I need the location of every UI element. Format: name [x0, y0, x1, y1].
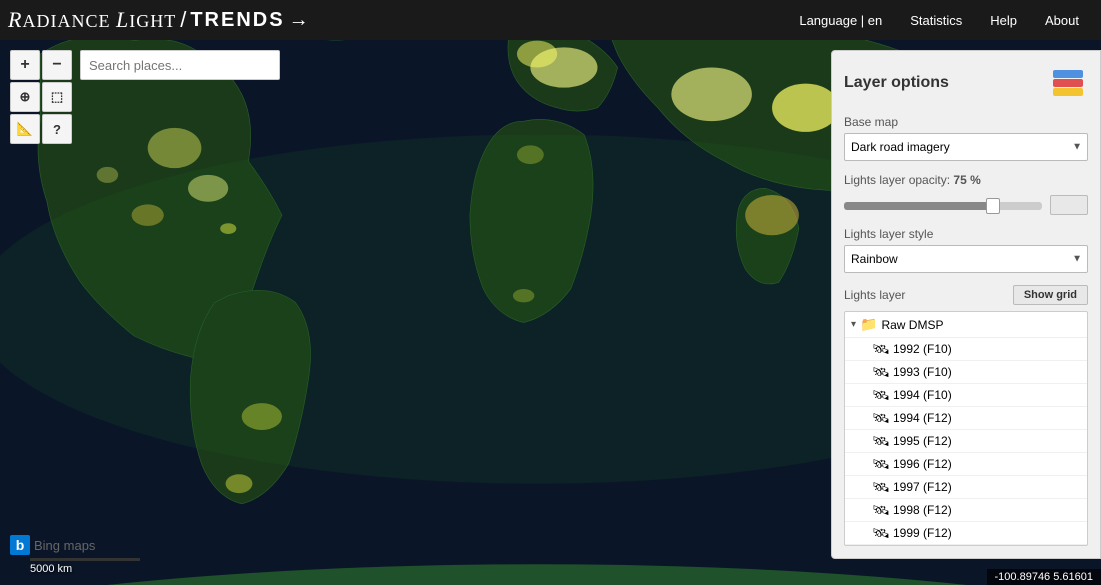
tree-item-label: 1999 (F12): [893, 526, 952, 540]
tree-item[interactable]: 🛰 1994 (F10): [845, 384, 1087, 407]
scale-bar: 5000 km: [30, 558, 140, 575]
tree-root-item[interactable]: ▾ 📁 Raw DMSP: [845, 312, 1087, 338]
slider-row: [844, 191, 1088, 215]
base-map-select[interactable]: Dark road imagery Aerial imagery Road ma…: [844, 133, 1088, 161]
map-controls: + − ⊕ ⬚ 📐 ?: [10, 50, 72, 144]
layer-options-panel: Layer options Base map Dark road imagery…: [831, 50, 1101, 559]
nav-about[interactable]: About: [1031, 0, 1093, 40]
opacity-label: Lights layer opacity: 75 %: [844, 173, 1088, 187]
zoom-in-button[interactable]: +: [10, 50, 40, 80]
tree-item-label: 1993 (F10): [893, 365, 952, 379]
tree-root-label: Raw DMSP: [881, 318, 943, 332]
layers-icon: [1049, 64, 1087, 102]
tree-item[interactable]: 🛰 1992 (F10): [845, 338, 1087, 361]
bing-logo: b Bing maps: [10, 535, 95, 555]
logo-radiance: RADIANCE LIGHT: [8, 7, 176, 33]
search-input[interactable]: [80, 50, 280, 80]
search-box: [80, 50, 280, 80]
bing-label: Bing maps: [34, 538, 95, 553]
tree-item[interactable]: 🛰 1993 (F10): [845, 361, 1087, 384]
opacity-section: Lights layer opacity: 75 %: [844, 173, 1088, 215]
base-map-label: Base map: [844, 115, 1088, 129]
layer-stack-icon: [1048, 63, 1088, 103]
zoom-out-button[interactable]: −: [42, 50, 72, 80]
nav-help[interactable]: Help: [976, 0, 1031, 40]
ruler-button[interactable]: 📐: [10, 114, 40, 144]
lights-layer-label: Lights layer: [844, 288, 905, 302]
tree-item-label: 1992 (F10): [893, 342, 952, 356]
header: RADIANCE LIGHT / Trends → Language | en …: [0, 0, 1101, 40]
tree-item[interactable]: 🛰 1994 (F12): [845, 407, 1087, 430]
logo-area: RADIANCE LIGHT / Trends →: [0, 7, 785, 33]
help-button[interactable]: ?: [42, 114, 72, 144]
tree-toggle[interactable]: ▾: [851, 319, 856, 330]
panel-header: Layer options: [844, 63, 1088, 103]
opacity-slider[interactable]: [844, 202, 1042, 210]
satellite-icon: 🛰: [873, 502, 889, 518]
tree-item[interactable]: 🛰 1999 (F12): [845, 522, 1087, 545]
nav-statistics[interactable]: Statistics: [896, 0, 976, 40]
tree-item-label: 1994 (F10): [893, 388, 952, 402]
satellite-icon: 🛰: [873, 456, 889, 472]
tree-item-label: 1994 (F12): [893, 411, 952, 425]
satellite-icon: 🛰: [873, 341, 889, 357]
base-map-select-wrapper: Dark road imagery Aerial imagery Road ma…: [844, 133, 1088, 161]
lights-style-label: Lights layer style: [844, 227, 1088, 241]
logo-trends: Trends: [190, 9, 284, 32]
nav-language[interactable]: Language | en: [785, 0, 896, 40]
satellite-icon: 🛰: [873, 433, 889, 449]
bing-icon: b: [10, 535, 30, 555]
satellite-icon: 🛰: [873, 364, 889, 380]
satellite-icon: 🛰: [873, 387, 889, 403]
coordinates-display: -100.89746 5.61601: [987, 569, 1101, 585]
nav-area: Language | en Statistics Help About: [785, 0, 1101, 40]
lights-layer-section: Lights layer Show grid ▾ 📁 Raw DMSP 🛰 19…: [844, 285, 1088, 546]
tree-item[interactable]: 🛰 1997 (F12): [845, 476, 1087, 499]
tree-item[interactable]: 🛰 1995 (F12): [845, 430, 1087, 453]
lights-layer-header: Lights layer Show grid: [844, 285, 1088, 305]
slider-end-box: [1050, 195, 1088, 215]
crosshair-button[interactable]: ⊕: [10, 82, 40, 112]
satellite-icon: 🛰: [873, 525, 889, 541]
satellite-icon: 🛰: [873, 479, 889, 495]
lights-style-select-wrapper: Rainbow Heat Grayscale Colorful ▼: [844, 245, 1088, 273]
show-grid-button[interactable]: Show grid: [1013, 285, 1088, 305]
satellite-icon: 🛰: [873, 410, 889, 426]
layer-tree: ▾ 📁 Raw DMSP 🛰 1992 (F10) 🛰 1993 (F10) 🛰…: [844, 311, 1088, 546]
tree-item[interactable]: 🛰 1998 (F12): [845, 499, 1087, 522]
panel-title: Layer options: [844, 74, 949, 92]
tree-item-label: 1997 (F12): [893, 480, 952, 494]
tree-item-label: 1996 (F12): [893, 457, 952, 471]
slider-thumb[interactable]: [986, 198, 1000, 214]
lights-style-select[interactable]: Rainbow Heat Grayscale Colorful: [844, 245, 1088, 273]
select-button[interactable]: ⬚: [42, 82, 72, 112]
scale-line: [30, 558, 140, 561]
tree-item-label: 1995 (F12): [893, 434, 952, 448]
tree-item-label: 1998 (F12): [893, 503, 952, 517]
tree-item[interactable]: 🛰 1996 (F12): [845, 453, 1087, 476]
scale-label: 5000 km: [30, 563, 140, 575]
folder-icon: 📁: [860, 316, 877, 333]
